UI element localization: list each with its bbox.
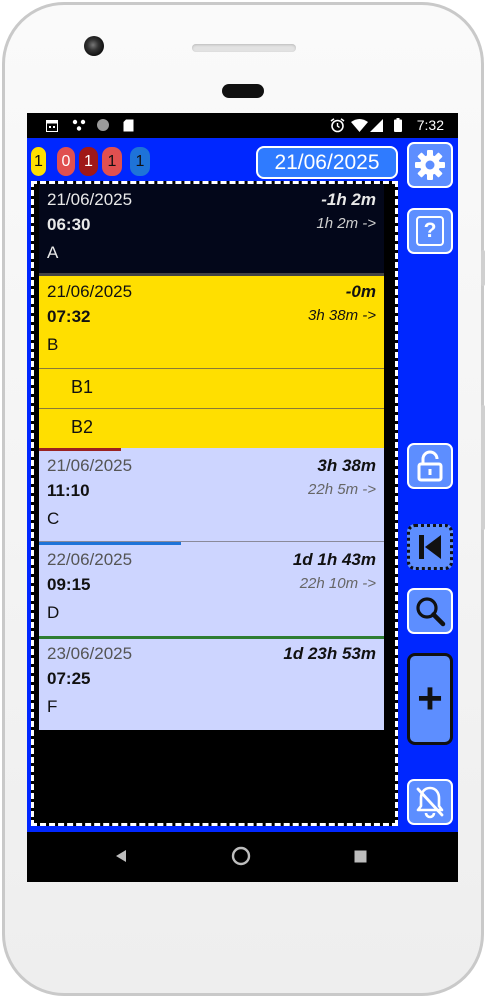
- entry-time: 06:30: [47, 215, 91, 234]
- entry-relative-time: 1d 1h 43m: [292, 550, 376, 569]
- entry-time: 07:32: [47, 307, 91, 326]
- plus-icon: +: [417, 674, 443, 723]
- earpiece-speaker: [192, 44, 296, 52]
- entry-name: F: [47, 697, 58, 716]
- volume-button: [481, 250, 485, 286]
- add-button[interactable]: +: [407, 653, 453, 745]
- progress-bar-red: [39, 448, 121, 451]
- notifications-off-button[interactable]: [407, 779, 453, 825]
- skip-to-start-frame: [407, 524, 453, 570]
- entry-list[interactable]: 21/06/2025 06:30 A -1h 2m 1h 2m -> 21/06…: [31, 181, 398, 826]
- gear-icon: [415, 150, 445, 180]
- entry-date: 21/06/2025: [47, 282, 133, 301]
- front-camera: [84, 36, 104, 56]
- sub-item[interactable]: B2: [39, 408, 384, 448]
- entry-date: 21/06/2025: [47, 456, 133, 475]
- proximity-sensor: [222, 84, 264, 98]
- calendar-icon: [45, 118, 59, 132]
- entry-relative-time: 3h 38m: [317, 456, 376, 475]
- list-item[interactable]: 22/06/2025 09:15 D 1d 1h 43m 22h 10m ->: [39, 542, 384, 636]
- entry-time: 09:15: [47, 575, 91, 594]
- power-button: [481, 405, 485, 530]
- entry-duration: 22h 5m ->: [308, 481, 376, 498]
- battery-icon: [393, 118, 403, 132]
- settings-button[interactable]: [407, 142, 453, 188]
- list-item[interactable]: 21/06/2025 06:30 A -1h 2m 1h 2m ->: [39, 184, 384, 273]
- entry-name: D: [47, 603, 60, 622]
- entry-date: 23/06/2025: [47, 644, 133, 663]
- screen: 7:32 1 0 1 1 1 21/06/2025 21/06/2025 06:…: [27, 113, 458, 882]
- search-button[interactable]: [407, 588, 453, 634]
- entry-date: 22/06/2025: [47, 550, 133, 569]
- search-icon: [416, 597, 446, 627]
- counter-badge-red[interactable]: 0: [57, 147, 75, 176]
- wifi-icon: [350, 118, 368, 132]
- unlock-icon: [417, 450, 443, 482]
- entry-name: A: [47, 243, 59, 262]
- skip-to-start-icon: [419, 535, 441, 559]
- status-bar: 7:32: [27, 113, 458, 138]
- skip-to-start-button[interactable]: [407, 520, 453, 574]
- list-item[interactable]: 21/06/2025 07:32 B -0m 3h 38m ->: [39, 276, 384, 368]
- entry-name: C: [47, 509, 60, 528]
- unlock-button[interactable]: [407, 443, 453, 489]
- entry-duration: 22h 10m ->: [299, 575, 376, 592]
- entry-name: B: [47, 335, 59, 354]
- progress-bar-green: [39, 636, 384, 639]
- current-date-button[interactable]: 21/06/2025: [256, 146, 398, 179]
- sub-item[interactable]: B1: [39, 368, 384, 408]
- counter-badge-yellow[interactable]: 1: [31, 147, 46, 176]
- sub-item-label: B1: [71, 377, 94, 397]
- home-icon[interactable]: [231, 846, 251, 866]
- alarm-icon: [329, 117, 345, 132]
- circle-icon: [95, 118, 111, 132]
- list-item[interactable]: 23/06/2025 07:25 F 1d 23h 53m: [39, 636, 384, 730]
- counter-badge-red-2[interactable]: 1: [102, 147, 122, 176]
- recents-icon[interactable]: [354, 850, 367, 863]
- entry-relative-time: 1d 23h 53m: [283, 644, 376, 663]
- entry-time: 11:10: [47, 481, 90, 500]
- list-item[interactable]: 21/06/2025 11:10 C 3h 38m 22h 5m ->: [39, 448, 384, 541]
- status-clock: 7:32: [416, 117, 444, 133]
- dots-icon: [71, 118, 87, 132]
- entry-duration: 1h 2m ->: [316, 215, 376, 232]
- progress-bar-blue: [39, 542, 181, 545]
- back-icon[interactable]: [115, 849, 127, 863]
- bell-off-icon: [416, 786, 444, 819]
- help-button[interactable]: ?: [407, 208, 453, 254]
- entry-relative-time: -0m: [345, 282, 376, 301]
- entry-time: 07:25: [47, 669, 91, 688]
- entry-duration: 3h 38m ->: [308, 307, 376, 324]
- sd-card-icon: [121, 118, 135, 132]
- counter-badge-blue[interactable]: 1: [130, 147, 150, 176]
- app-area: 1 0 1 1 1 21/06/2025 21/06/2025 06:30 A …: [27, 138, 458, 832]
- entry-date: 21/06/2025: [47, 190, 133, 209]
- entry-relative-time: -1h 2m: [321, 190, 376, 209]
- navigation-bar: [27, 832, 458, 882]
- signal-icon: [369, 118, 383, 132]
- sub-item-label: B2: [71, 417, 94, 437]
- help-icon: ?: [416, 216, 444, 246]
- counter-badge-darkred[interactable]: 1: [79, 147, 98, 176]
